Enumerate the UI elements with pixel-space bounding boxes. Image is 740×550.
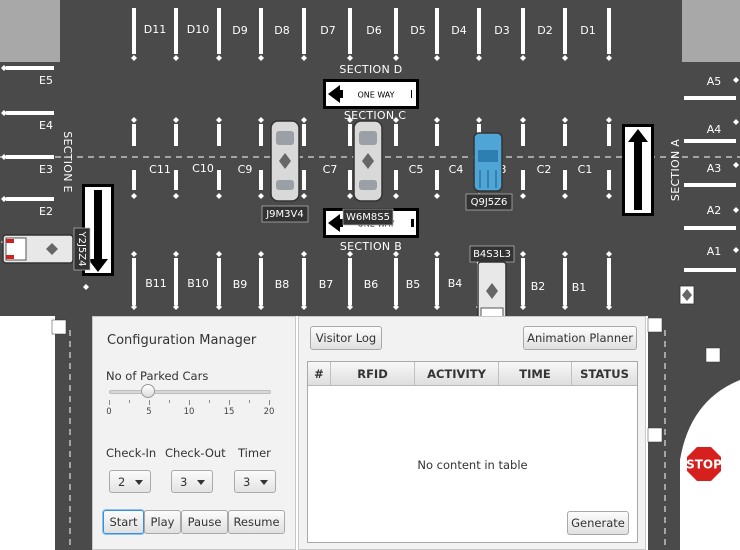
bay-c11: C11 <box>149 163 171 176</box>
bay-b9: B9 <box>233 278 248 291</box>
section-e-label: SECTION E <box>61 131 74 193</box>
column-header-rfid[interactable]: RFID <box>331 362 415 386</box>
timer-value: 3 <box>243 475 251 489</box>
timer-label: Timer <box>238 446 271 460</box>
bay-a4: A4 <box>707 123 722 136</box>
bay-e4: E4 <box>39 119 53 132</box>
section-a-label: SECTION A <box>669 139 682 201</box>
one-way-text: ONE WAY <box>94 209 103 246</box>
bay-c2: C2 <box>537 163 552 176</box>
bay-b10: B10 <box>187 277 209 290</box>
bay-d2: D2 <box>537 24 552 37</box>
slider-tick-label: 0 <box>106 407 112 417</box>
bay-e5: E5 <box>39 74 53 87</box>
section-d-label: SECTION D <box>339 63 402 76</box>
parked-cars-slider-thumb[interactable] <box>141 384 155 398</box>
bay-b2: B2 <box>531 280 546 293</box>
bay-c7: C7 <box>323 163 338 176</box>
bay-b11: B11 <box>145 277 167 290</box>
bay-c9: C9 <box>238 163 253 176</box>
bay-d5: D5 <box>410 24 425 37</box>
one-way-text: ONE WAY <box>357 91 394 100</box>
slider-tick-label: 15 <box>223 407 235 417</box>
section-c-label: SECTION C <box>344 109 406 122</box>
bay-c1: C1 <box>578 163 593 176</box>
bay-c5: C5 <box>409 163 424 176</box>
bay-d6: D6 <box>366 24 381 37</box>
slider-tick-label: 20 <box>263 407 275 417</box>
vehicle-plate: B4S3L3 <box>473 249 511 260</box>
bay-b5: B5 <box>406 278 421 291</box>
bay-c4: C4 <box>449 163 464 176</box>
column-header-time[interactable]: TIME <box>499 362 572 386</box>
section-b-label: SECTION B <box>340 240 402 253</box>
bay-e2: E2 <box>39 205 53 218</box>
parked-cars-slider[interactable] <box>109 390 271 394</box>
bay-a5: A5 <box>707 75 722 88</box>
bay-d9: D9 <box>232 24 247 37</box>
bay-a3: A3 <box>707 162 722 175</box>
parked-cars-label: No of Parked Cars <box>106 369 209 383</box>
stop-text: STOP <box>686 458 722 472</box>
column-header-activity[interactable]: ACTIVITY <box>415 362 499 386</box>
visitor-log-panel: Visitor Log Animation Planner # RFID ACT… <box>298 316 646 550</box>
bay-b7: B7 <box>319 278 334 291</box>
bay-d8: D8 <box>274 24 289 37</box>
bay-b1: B1 <box>572 281 587 294</box>
one-way-text: ONE WAY <box>634 153 643 190</box>
start-button[interactable]: Start <box>103 510 144 534</box>
bay-d3: D3 <box>494 24 509 37</box>
vehicle-y2j5z4: Y2J5Z4 <box>2 227 91 271</box>
play-button[interactable]: Play <box>144 510 181 534</box>
bay-a2: A2 <box>707 204 722 217</box>
config-title: Configuration Manager <box>107 333 257 348</box>
pause-button[interactable]: Pause <box>181 510 228 534</box>
animation-planner-button[interactable]: Animation Planner <box>523 326 637 350</box>
gate-marker-icon <box>679 285 695 305</box>
slider-tick-label: 5 <box>146 407 152 417</box>
check-out-value: 3 <box>180 475 188 489</box>
slider-tick-label: 10 <box>183 407 195 417</box>
check-in-value: 2 <box>118 475 126 489</box>
bay-b6: B6 <box>364 278 379 291</box>
bay-d11: D11 <box>144 23 166 36</box>
bay-a1: A1 <box>707 245 722 258</box>
stop-sign: STOP <box>685 445 723 483</box>
bay-d10: D10 <box>187 23 209 36</box>
bay-c10: C10 <box>192 162 214 175</box>
resume-button[interactable]: Resume <box>228 510 285 534</box>
vehicle-plate: W6M8S5 <box>346 212 390 223</box>
bay-b8: B8 <box>275 278 290 291</box>
vehicle-plate: J9M3V4 <box>265 209 304 220</box>
one-way-sign-top: ONE WAY <box>323 79 419 109</box>
chevron-down-icon <box>197 480 205 485</box>
visitor-log-button[interactable]: Visitor Log <box>310 326 382 350</box>
chevron-down-icon <box>260 480 268 485</box>
bay-b4: B4 <box>448 277 463 290</box>
check-in-label: Check-In <box>106 446 157 460</box>
table-empty-message: No content in table <box>417 458 528 472</box>
check-out-select[interactable]: 3 <box>171 470 213 493</box>
bay-d4: D4 <box>451 24 466 37</box>
check-in-select[interactable]: 2 <box>109 470 151 493</box>
bay-d1: D1 <box>580 24 595 37</box>
one-way-sign-right: ONE WAY <box>622 124 654 216</box>
check-out-label: Check-Out <box>165 446 226 460</box>
column-header-index[interactable]: # <box>308 362 331 386</box>
bay-e3: E3 <box>39 163 53 176</box>
bay-d7: D7 <box>320 24 335 37</box>
configuration-manager-panel: Configuration Manager No of Parked Cars … <box>92 316 296 550</box>
generate-button[interactable]: Generate <box>567 511 629 535</box>
vehicle-plate: Q9J5Z6 <box>471 197 508 208</box>
chevron-down-icon <box>135 480 143 485</box>
vehicle-plate: Y2J5Z4 <box>76 231 87 267</box>
column-header-status[interactable]: STATUS <box>572 362 637 386</box>
slider-ticks <box>109 400 271 406</box>
timer-select[interactable]: 3 <box>234 470 276 493</box>
